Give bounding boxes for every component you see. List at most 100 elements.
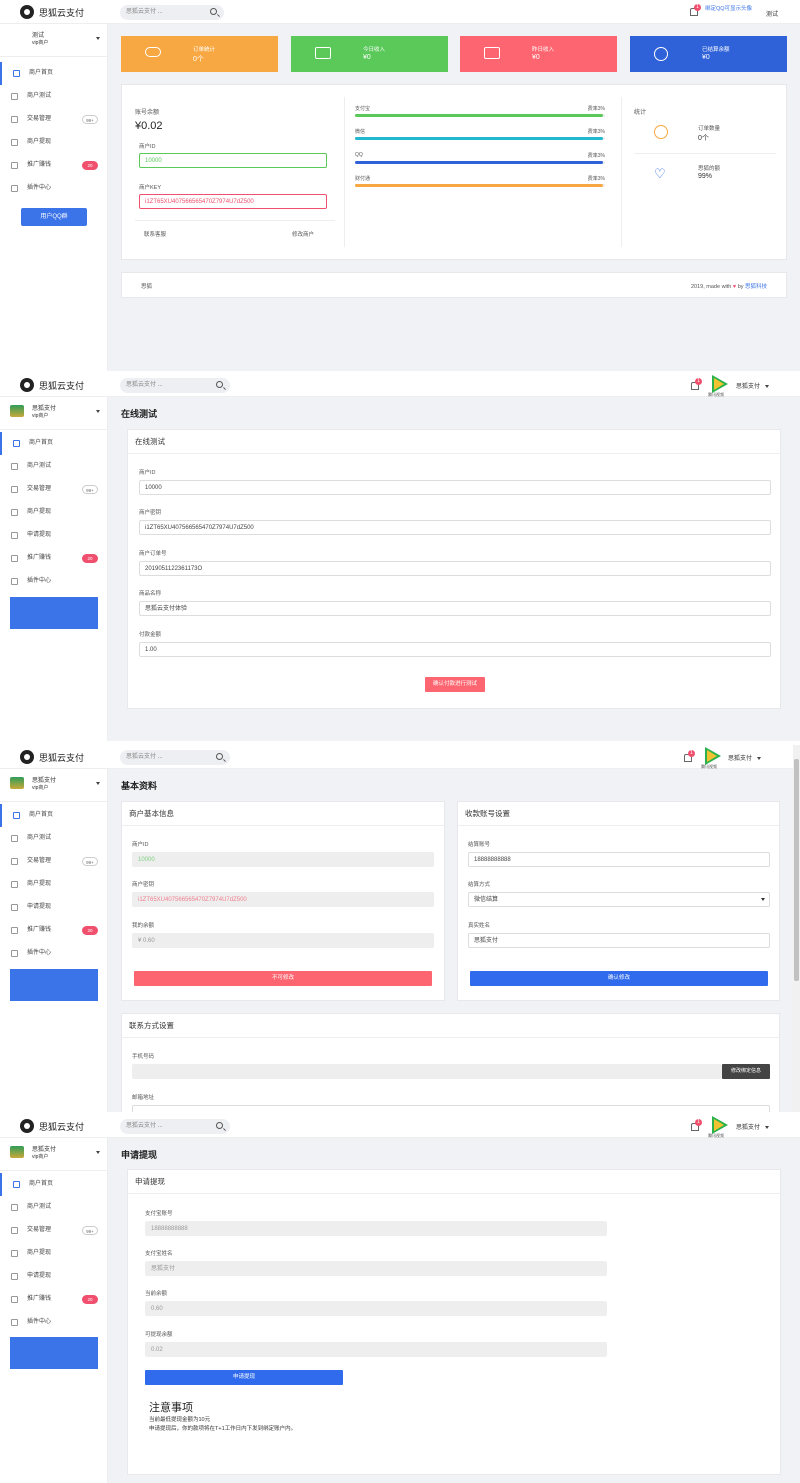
search-input[interactable]: 思狐云支付 ... <box>120 1119 230 1134</box>
real-name-input[interactable]: 思狐支付 <box>468 933 770 948</box>
settle-method-select[interactable]: 微信结算 <box>468 892 770 907</box>
avatar[interactable]: 腾讯视频 <box>708 375 730 397</box>
sidebar-user[interactable]: 思狐支付 vip商户 <box>8 401 100 423</box>
chevron-down-icon[interactable] <box>96 1151 100 1154</box>
sidebar-item-plugins[interactable]: 插件中心 <box>0 177 108 200</box>
footer-company-link[interactable]: 思狐科技 <box>745 284 767 290</box>
sidebar-item-orders[interactable]: 交易管理 99+ <box>0 1219 108 1242</box>
qq-group-block[interactable]: 用户QQ群 <box>10 1337 98 1369</box>
orders-badge: 99+ <box>82 1226 98 1235</box>
bind-qq-hint[interactable]: 绑定QQ可显示头像 <box>705 4 752 12</box>
sidebar-item-test[interactable]: 商户测试 <box>0 85 108 108</box>
sidebar-item-promote[interactable]: 推广赚钱 20 <box>0 547 108 570</box>
search-icon[interactable] <box>216 381 223 388</box>
scrollbar-thumb[interactable] <box>794 759 799 981</box>
user-menu[interactable]: 思狐支付 <box>728 753 762 762</box>
sidebar-item-withdraw[interactable]: 商户提现 <box>0 131 108 154</box>
user-menu[interactable]: 测试 <box>766 9 778 18</box>
brand[interactable]: 思狐云支付 <box>20 750 84 764</box>
merchant-key-input[interactable]: i1ZT65XU407566565470Z7974U7dZ500 <box>139 520 771 535</box>
sidebar-item-home[interactable]: 商户首页 <box>0 432 108 455</box>
submit-test-button[interactable]: 确认付款进行测试 <box>425 677 485 692</box>
sidebar-user[interactable]: 测试 vip商户 <box>8 28 100 50</box>
user-menu[interactable]: 思狐支付 <box>736 381 770 390</box>
sidebar-item-promote[interactable]: 推广赚钱 20 <box>0 154 108 177</box>
amount-label: 付款金额 <box>139 632 162 638</box>
sidebar-item-test[interactable]: 商户测试 <box>0 827 108 850</box>
chevron-down-icon[interactable] <box>96 782 100 785</box>
tile-label: 已结算余额 <box>702 47 730 53</box>
pkey-field[interactable]: i1ZT65XU407566565470Z7974U7dZ500 <box>139 194 327 209</box>
heart-icon: ♡ <box>654 166 666 181</box>
amount-input[interactable]: 1.00 <box>139 642 771 657</box>
avatar[interactable]: 腾讯视频 <box>701 747 723 769</box>
search-icon[interactable] <box>216 1122 223 1129</box>
sidebar-item-test[interactable]: 商户测试 <box>0 455 108 478</box>
not-editable-button[interactable]: 不可修改 <box>134 971 432 986</box>
sidebar-item-promote[interactable]: 推广赚钱 20 <box>0 1288 108 1311</box>
sidebar-item-orders[interactable]: 交易管理 99+ <box>0 850 108 873</box>
orders-badge: 99+ <box>82 857 98 866</box>
chart-icon <box>11 858 18 865</box>
sidebar-item-orders[interactable]: 交易管理 99+ <box>0 108 108 131</box>
footer-left-link[interactable]: 思狐 <box>141 282 152 290</box>
sidebar-item-plugins[interactable]: 插件中心 <box>0 570 108 593</box>
sidebar-item-test[interactable]: 商户测试 <box>0 1196 108 1219</box>
avatar[interactable]: 腾讯视频 <box>708 1116 730 1138</box>
sidebar-user[interactable]: 思狐支付 vip商户 <box>8 773 100 795</box>
search-icon[interactable] <box>210 8 217 15</box>
chevron-down-icon <box>765 384 770 388</box>
brand[interactable]: 思狐云支付 <box>20 5 84 19</box>
brand[interactable]: 思狐云支付 <box>20 1119 84 1133</box>
sidebar-item-withdraw[interactable]: 商户提现 <box>0 1242 108 1265</box>
merchant-id-field[interactable]: 10000 <box>139 153 327 168</box>
card-title: 在线测试 <box>128 430 780 454</box>
search-input[interactable]: 思狐云支付 ... <box>120 750 230 765</box>
sidebar-user[interactable]: 思狐支付 vip商户 <box>8 1142 100 1164</box>
sidebar-item-home[interactable]: 商户首页 <box>0 62 108 85</box>
sidebar-item-home[interactable]: 商户首页 <box>0 1173 108 1196</box>
chevron-down-icon[interactable] <box>96 37 100 40</box>
sidebar-item-home[interactable]: 商户首页 <box>0 804 108 827</box>
scrollbar[interactable] <box>793 745 800 1112</box>
sidebar-item-plugins[interactable]: 插件中心 <box>0 942 108 965</box>
user-menu[interactable]: 思狐支付 <box>736 1122 770 1131</box>
card-title: 申请提现 <box>128 1170 780 1194</box>
sidebar-item-withdraw[interactable]: 商户提现 <box>0 873 108 896</box>
settle-account-input[interactable]: 18888888888 <box>468 852 770 867</box>
order-no-input[interactable]: 2019051122361173O <box>139 561 771 576</box>
sidebar-item-plugins[interactable]: 插件中心 <box>0 1311 108 1334</box>
sidebar-item-label: 商户提现 <box>27 881 52 887</box>
contact-link[interactable]: 联系客服 <box>144 230 166 238</box>
qq-group-block[interactable]: 用户QQ群 <box>10 597 98 629</box>
apply-withdraw-button[interactable]: 申请提现 <box>145 1370 343 1385</box>
sidebar-item-withdraw[interactable]: 商户提现 <box>0 501 108 524</box>
page-title: 申请提现 <box>121 1150 158 1160</box>
sidebar-item-apply-withdraw[interactable]: 申请提现 <box>0 1265 108 1288</box>
sidebar-item-label: 申请提现 <box>27 1273 52 1279</box>
sidebar-item-apply-withdraw[interactable]: 申请提现 <box>0 896 108 919</box>
search-input[interactable]: 思狐云支付 ... <box>120 5 224 20</box>
alipay-name-readonly: 思狐支付 <box>145 1261 607 1276</box>
qq-group-block[interactable]: 用户QQ群 <box>10 969 98 1001</box>
search-input[interactable]: 思狐云支付 ... <box>120 378 230 393</box>
promote-badge: 20 <box>82 554 98 563</box>
phone-input[interactable] <box>132 1064 722 1079</box>
edit-binding-button[interactable]: 修改绑定信息 <box>722 1064 770 1079</box>
sidebar-item-orders[interactable]: 交易管理 99+ <box>0 478 108 501</box>
qq-group-button[interactable]: 用户QQ群 <box>21 208 87 226</box>
card-icon <box>11 532 18 539</box>
brand[interactable]: 思狐云支付 <box>20 378 84 392</box>
email-input[interactable] <box>132 1105 770 1112</box>
chevron-down-icon[interactable] <box>96 410 100 413</box>
search-icon[interactable] <box>216 753 223 760</box>
sidebar-item-apply-withdraw[interactable]: 申请提现 <box>0 524 108 547</box>
edit-merchant-link[interactable]: 修改商户 <box>292 230 314 238</box>
merchant-id-input[interactable]: 10000 <box>139 480 771 495</box>
product-name-input[interactable]: 思狐云支付体验 <box>139 601 771 616</box>
user-name: 思狐支付 <box>736 1125 761 1131</box>
orders-badge: 99+ <box>82 115 98 124</box>
divider <box>135 220 335 221</box>
sidebar-item-promote[interactable]: 推广赚钱 20 <box>0 919 108 942</box>
confirm-edit-button[interactable]: 确认修改 <box>470 971 768 986</box>
